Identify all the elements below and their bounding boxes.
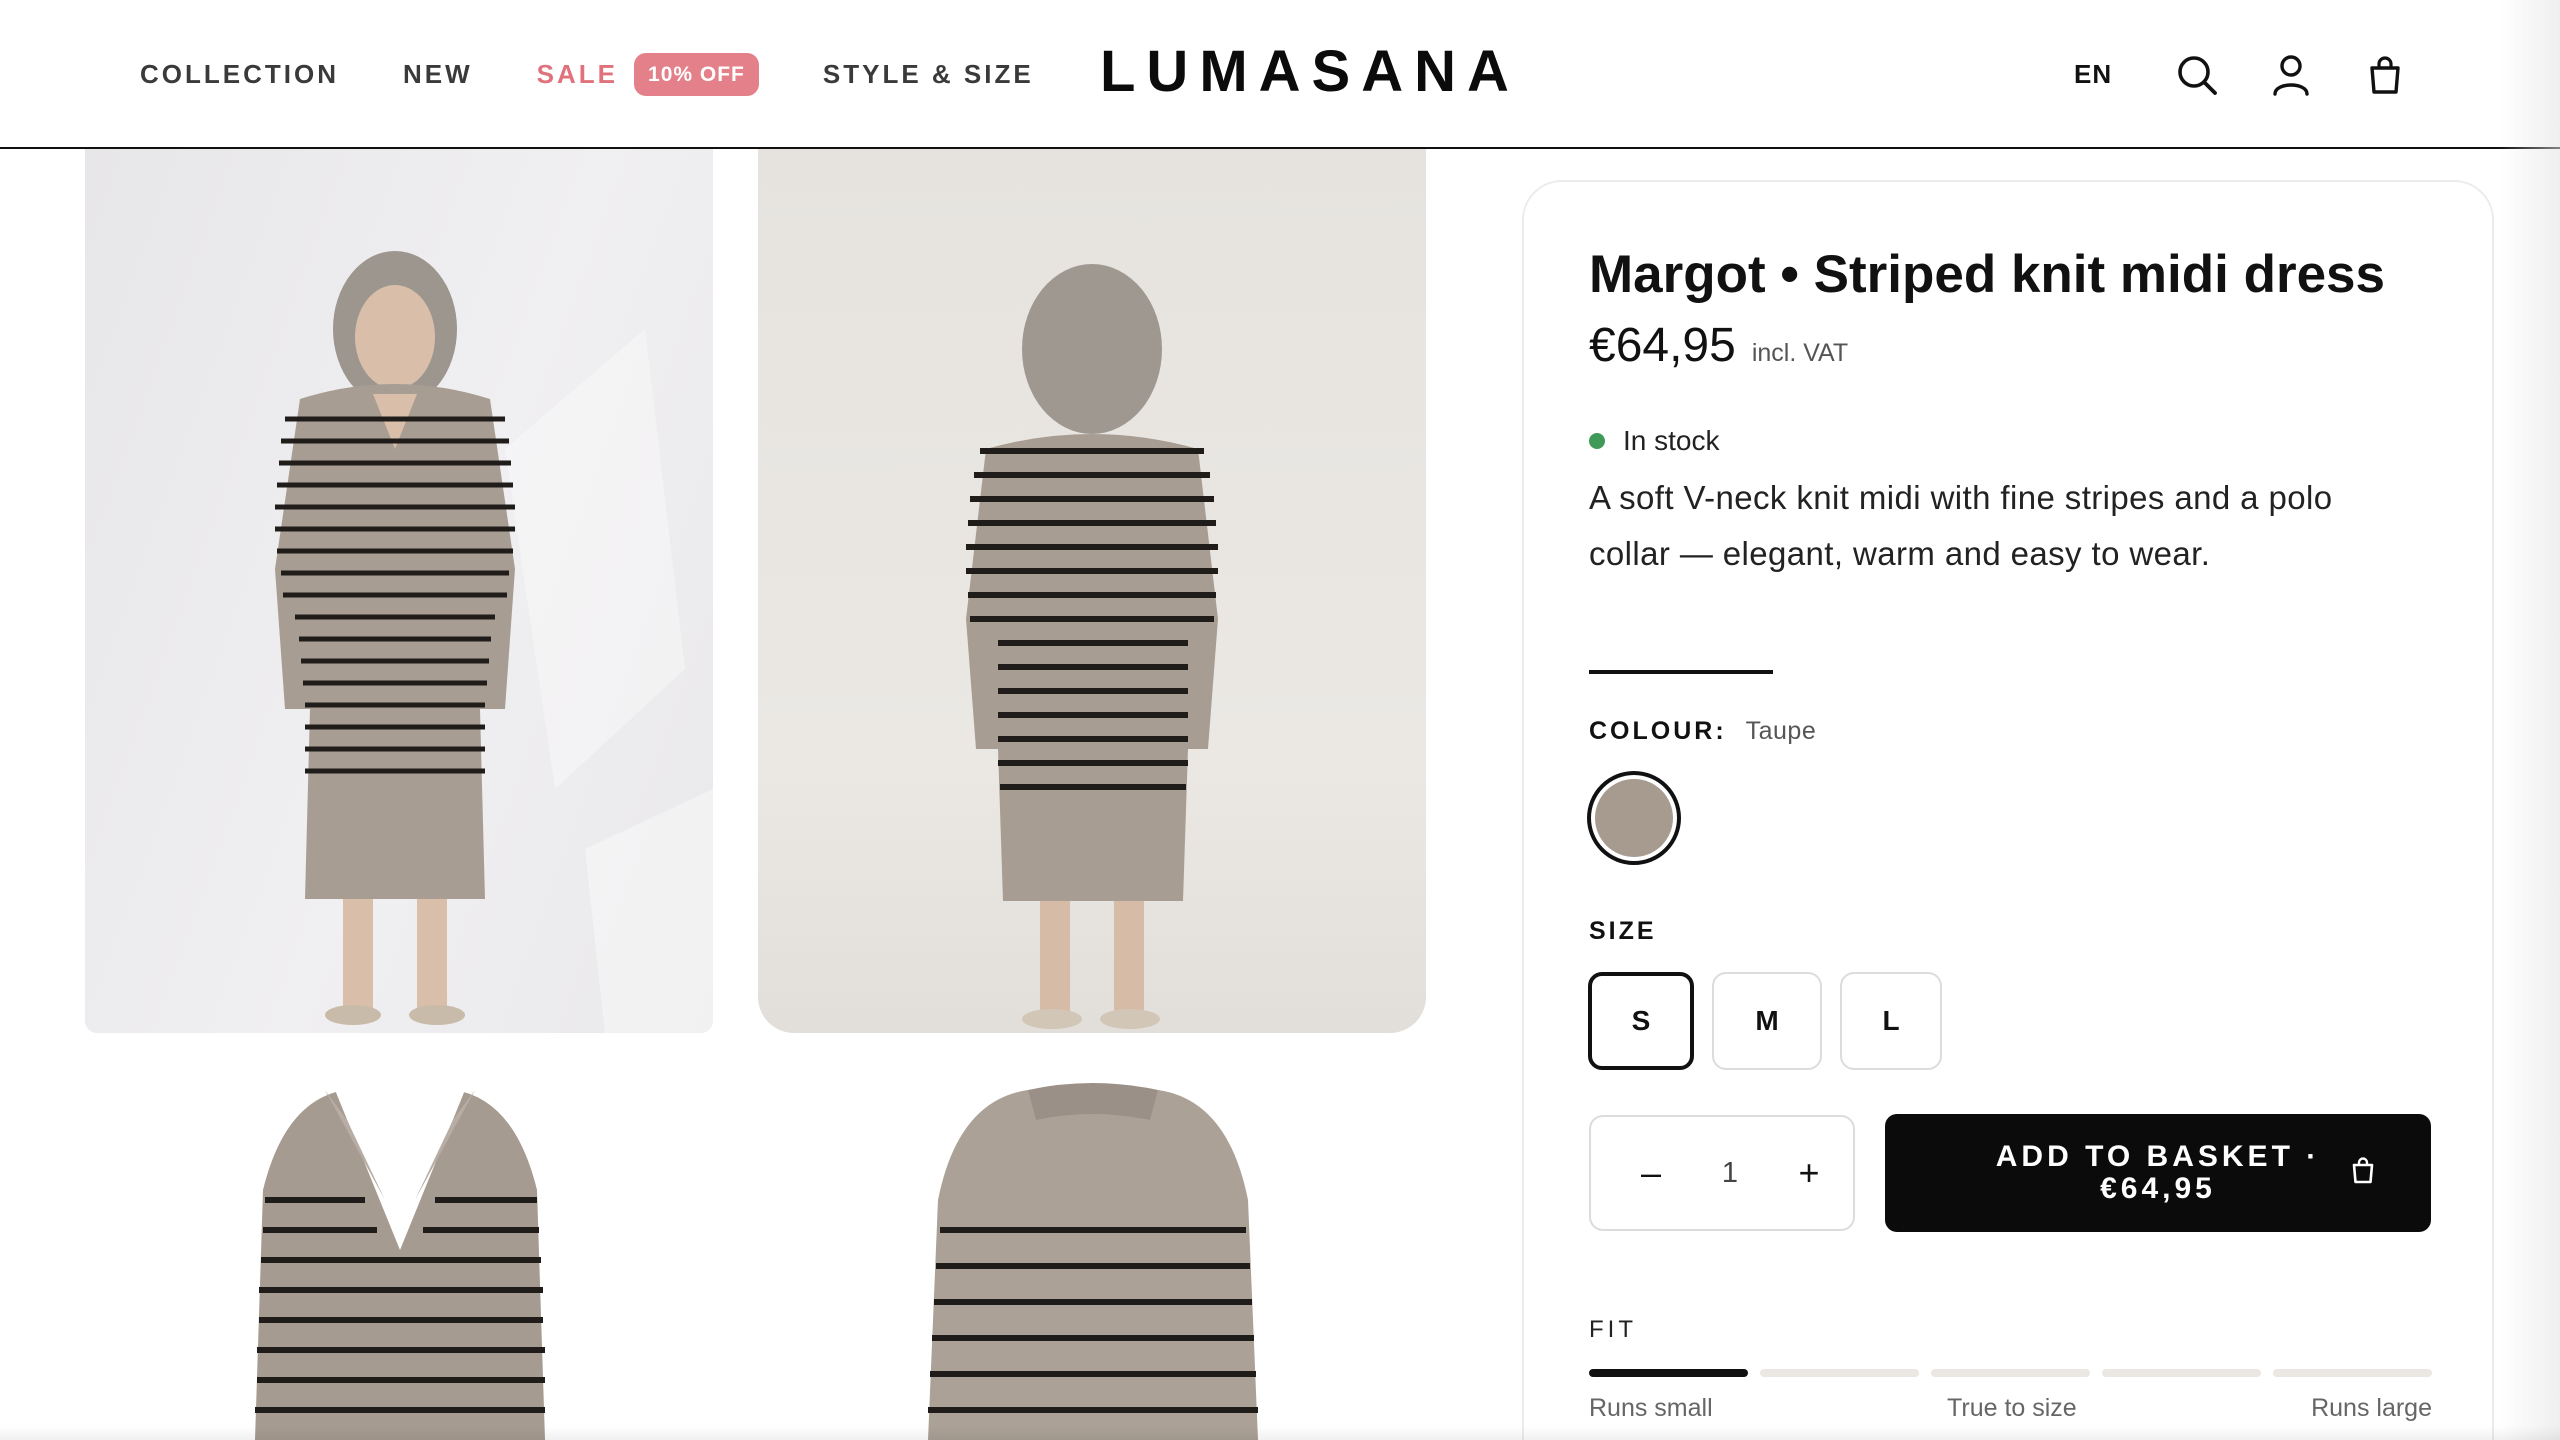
product-photo-collar-front[interactable]	[85, 1080, 713, 1440]
product-photo-back[interactable]	[758, 149, 1426, 1033]
quantity-increase-button[interactable]: +	[1789, 1152, 1829, 1194]
product-description: A soft V-neck knit midi with fine stripe…	[1589, 479, 2333, 572]
fit-runs-large: Runs large	[2311, 1394, 2432, 1422]
fit-segment	[1760, 1369, 1919, 1377]
nav-collection[interactable]: COLLECTION	[140, 59, 339, 90]
site-header: COLLECTION NEW SALE 10% OFF STYLE & SIZE…	[0, 0, 2560, 149]
quantity-value[interactable]: 1	[1722, 1157, 1738, 1190]
colour-label: COLOUR:	[1589, 717, 1727, 745]
product-price: €64,95	[1589, 319, 1736, 372]
edge-shadow	[2500, 0, 2560, 1440]
product-photo-collar-back[interactable]	[758, 1080, 1426, 1440]
size-selector: S M L	[1588, 972, 1942, 1070]
language-selector[interactable]: EN	[2074, 59, 2112, 90]
fit-segment	[1931, 1369, 2090, 1377]
account-icon[interactable]	[2268, 52, 2314, 98]
fit-segment	[2273, 1369, 2432, 1377]
basket-icon[interactable]	[2362, 52, 2408, 98]
size-option-m[interactable]: M	[1712, 972, 1822, 1070]
add-to-basket-button[interactable]: ADD TO BASKET · €64,95	[1885, 1114, 2431, 1232]
fit-segment	[1589, 1369, 1748, 1377]
quantity-decrease-button[interactable]: –	[1631, 1152, 1671, 1194]
product-title: Margot • Striped knit midi dress	[1589, 245, 2386, 304]
size-label: SIZE	[1589, 917, 1657, 945]
colour-swatch-taupe[interactable]	[1587, 771, 1681, 865]
header-actions: EN	[2074, 0, 2408, 149]
sale-badge: 10% OFF	[634, 53, 759, 96]
nav-style-size[interactable]: STYLE & SIZE	[823, 59, 1034, 90]
brand-logo[interactable]: LUMASANA	[1100, 38, 1520, 105]
colour-row: COLOUR: Taupe	[1589, 717, 1816, 746]
product-photo-front[interactable]	[85, 149, 713, 1033]
nav-sale-group[interactable]: SALE 10% OFF	[537, 53, 759, 96]
fit-scale	[1589, 1369, 2432, 1377]
vat-note: incl. VAT	[1751, 339, 1849, 367]
nav-sale[interactable]: SALE	[537, 59, 618, 90]
fit-segment	[2102, 1369, 2261, 1377]
basket-icon	[2351, 1156, 2375, 1189]
nav-new[interactable]: NEW	[403, 59, 473, 90]
fit-true-to-size: True to size	[1947, 1394, 2077, 1422]
swatch-fill	[1595, 779, 1673, 857]
size-option-s[interactable]: S	[1588, 972, 1694, 1070]
quantity-stepper: – 1 +	[1589, 1115, 1855, 1231]
stock-label: In stock	[1623, 425, 1720, 456]
colour-value: Taupe	[1745, 717, 1817, 745]
add-to-basket-label: ADD TO BASKET · €64,95	[1995, 1140, 2321, 1205]
search-icon[interactable]	[2174, 52, 2220, 98]
product-details-panel: Margot • Striped knit midi dress €64,95 …	[1522, 180, 2494, 1440]
stock-status: In stock	[1589, 425, 1719, 457]
section-divider	[1589, 670, 1773, 674]
main-nav: COLLECTION NEW SALE 10% OFF STYLE & SIZE	[140, 0, 1034, 149]
stock-dot-icon	[1589, 433, 1605, 449]
fit-label: FIT	[1589, 1316, 1637, 1343]
fit-runs-small: Runs small	[1589, 1394, 1713, 1422]
price-row: €64,95 incl. VAT	[1589, 318, 1848, 373]
fit-scale-labels: Runs small True to size Runs large	[1589, 1394, 2432, 1423]
size-option-l[interactable]: L	[1840, 972, 1942, 1070]
